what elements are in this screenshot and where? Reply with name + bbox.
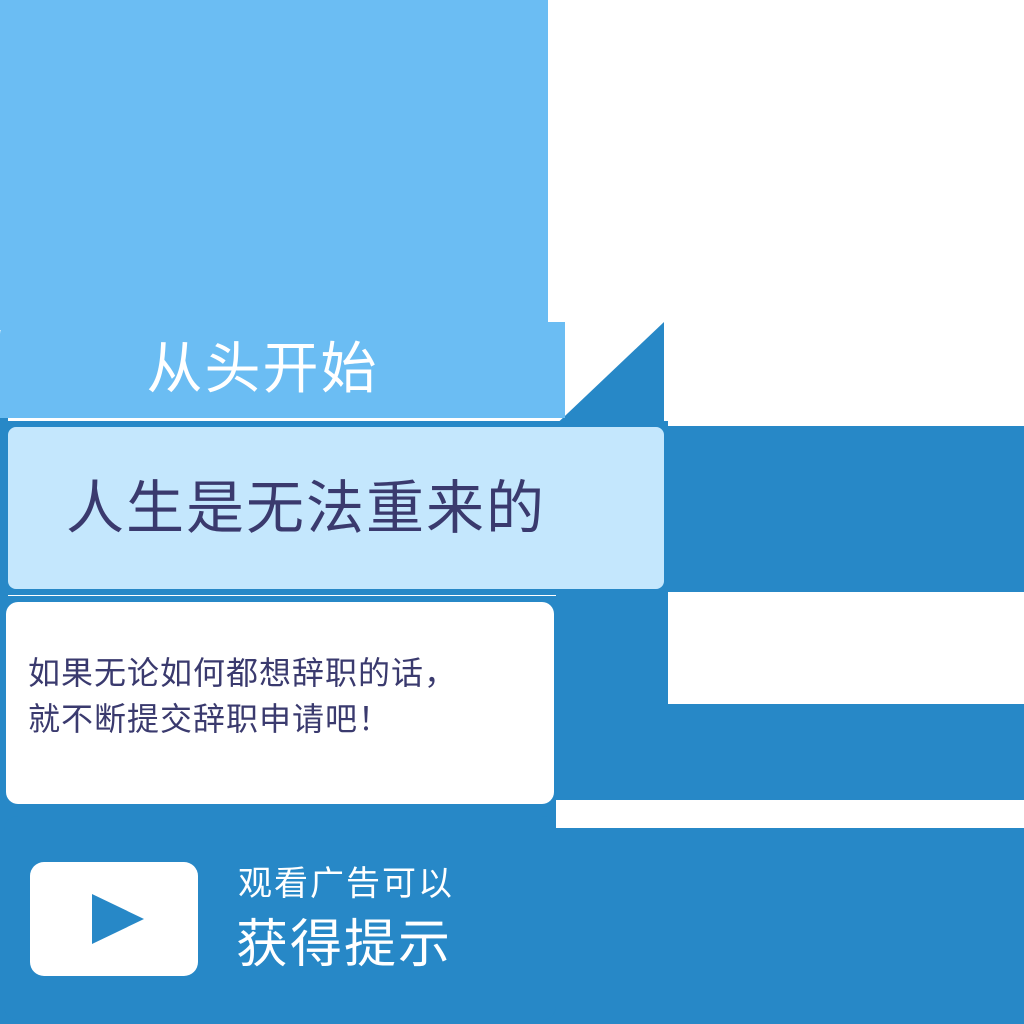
- top-panel-background: [0, 0, 548, 330]
- right-decor-band: [664, 426, 1024, 592]
- game-screen: 从头开始 人生是无法重来的 如果无论如何都想辞职的话， 就不断提交辞职申请吧！ …: [0, 0, 1024, 1024]
- bottom-bar-notch: [556, 800, 1024, 828]
- restart-button-label[interactable]: 从头开始: [0, 322, 565, 418]
- watch-ad-hint-line-1[interactable]: 观看广告可以: [238, 862, 454, 906]
- page-title: 人生是无法重来的: [65, 474, 546, 542]
- right-decor-band-lower: [556, 704, 1024, 800]
- message-line-2: 就不断提交辞职申请吧！: [28, 700, 392, 738]
- message-text: 如果无论如何都想辞职的话， 就不断提交辞职申请吧！: [28, 650, 548, 742]
- right-decor-strip: [556, 592, 668, 704]
- watch-ad-hint-line-2[interactable]: 获得提示: [236, 910, 452, 980]
- top-right-blank: [548, 0, 664, 330]
- right-blank-area: [668, 592, 1024, 704]
- decor-wedge: [548, 322, 668, 432]
- message-line-1: 如果无论如何都想辞职的话，: [28, 654, 458, 692]
- play-icon[interactable]: [30, 862, 198, 976]
